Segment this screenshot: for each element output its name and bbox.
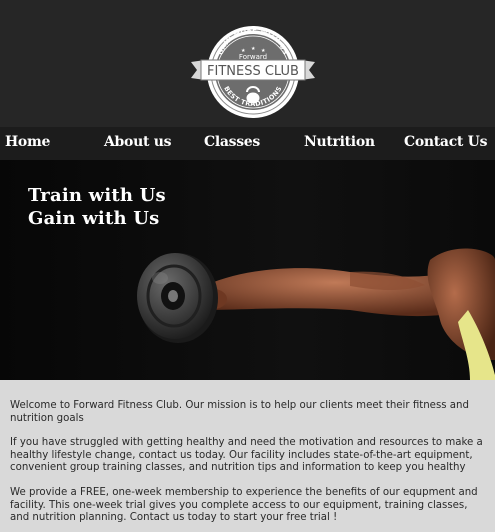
nav-about-us[interactable]: About us xyxy=(104,134,171,150)
main-content: Welcome to Forward Fitness Club. Our mis… xyxy=(0,380,495,525)
hero-line-2: Gain with Us xyxy=(28,208,160,229)
logo-brand-small: Forward xyxy=(239,53,267,61)
intro-paragraph: Welcome to Forward Fitness Club. Our mis… xyxy=(10,400,469,424)
main-nav: Home About us Classes Nutrition Contact … xyxy=(0,127,495,160)
site-header: GAIN MORE WITH US BEST TRADITIONS ★ ★ ★ … xyxy=(0,0,495,127)
hero-line-1: Train with Us xyxy=(28,185,166,206)
nav-home[interactable]: Home xyxy=(5,134,50,150)
nav-nutrition[interactable]: Nutrition xyxy=(304,134,375,150)
hero-banner: Train with Us Gain with Us xyxy=(0,160,495,380)
logo-brand: FITNESS CLUB xyxy=(207,64,299,79)
svg-text:★: ★ xyxy=(251,46,256,52)
facility-paragraph: If you have struggled with getting healt… xyxy=(10,437,483,474)
nav-classes[interactable]: Classes xyxy=(204,134,260,150)
hero-tagline: Train with Us Gain with Us xyxy=(28,184,166,230)
free-trial-paragraph: We provide a FREE, one-week membership t… xyxy=(10,486,478,524)
fitness-club-logo[interactable]: GAIN MORE WITH US BEST TRADITIONS ★ ★ ★ … xyxy=(191,20,315,124)
nav-contact-us[interactable]: Contact Us xyxy=(404,134,487,150)
